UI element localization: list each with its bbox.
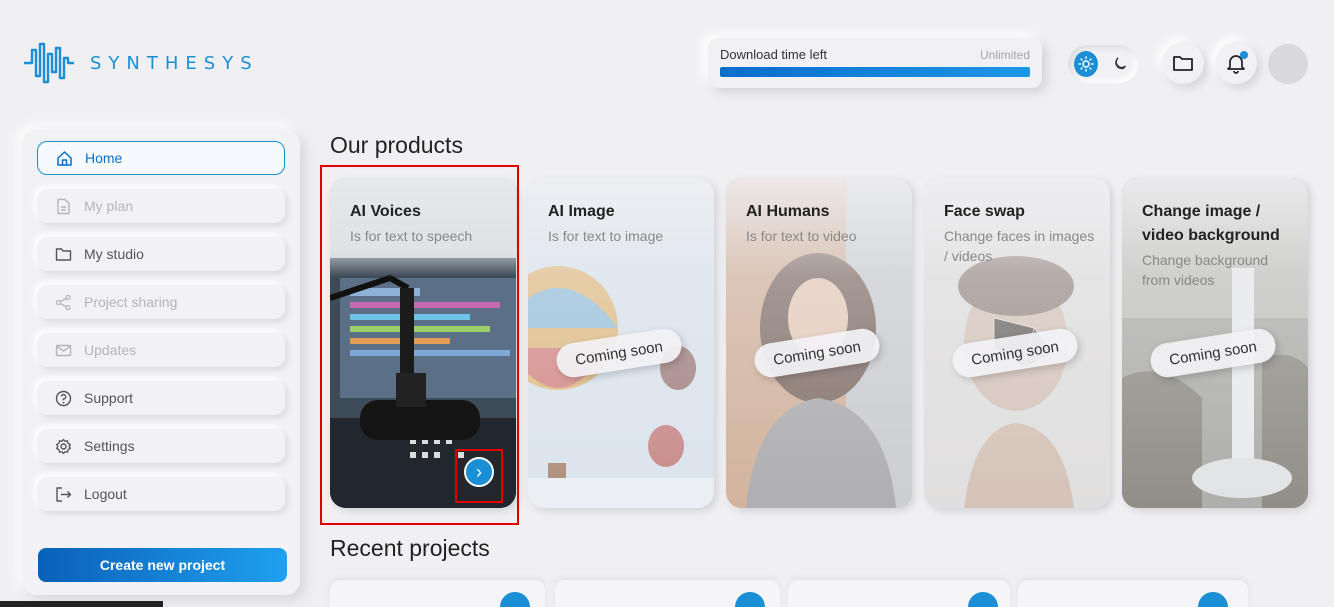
notifications-button[interactable]	[1215, 42, 1257, 84]
card-subtitle: Is for text to image	[548, 228, 664, 244]
brand-name: SYNTHESYS	[90, 52, 259, 74]
card-title: AI Humans	[746, 203, 830, 220]
recent-projects-title: Recent projects	[330, 535, 490, 561]
sidebar-item-label: Project sharing	[84, 294, 178, 310]
recent-project-card[interactable]	[788, 580, 1010, 607]
document-icon	[57, 198, 70, 214]
folder-button[interactable]	[1162, 42, 1204, 84]
sidebar-item-project-sharing[interactable]: Project sharing	[37, 285, 285, 319]
gear-icon	[56, 438, 71, 454]
sidebar-item-updates[interactable]: Updates	[37, 333, 285, 367]
download-time-label: Download time left	[720, 47, 827, 62]
project-action-icon[interactable]	[735, 592, 765, 607]
open-ai-voices-button[interactable]: ›	[464, 457, 494, 487]
sidebar: Home My plan My studio Project sharing U…	[22, 130, 300, 595]
mail-icon	[55, 344, 72, 356]
folder-icon	[55, 247, 72, 261]
download-time-panel: Download time left Unlimited	[708, 38, 1042, 88]
product-card-face-swap[interactable]: Face swap Change faces in images / video…	[924, 178, 1110, 508]
recent-project-card[interactable]	[1018, 580, 1248, 607]
card-title: Change image / video background	[1142, 203, 1280, 244]
home-icon	[57, 150, 72, 166]
product-card-ai-image[interactable]: AI Image Is for text to image Coming soo…	[528, 178, 714, 508]
help-icon	[55, 390, 72, 406]
sidebar-item-label: Logout	[84, 486, 127, 502]
taskbar-strip	[0, 601, 163, 607]
card-title: AI Voices	[350, 203, 421, 220]
sidebar-item-label: Settings	[84, 438, 135, 454]
products-title: Our products	[330, 132, 463, 158]
sidebar-item-label: My studio	[84, 246, 144, 262]
moon-icon[interactable]	[1108, 51, 1132, 77]
download-progress-bar	[720, 67, 1030, 77]
theme-toggle[interactable]	[1068, 45, 1138, 83]
create-new-project-button[interactable]: Create new project	[38, 548, 287, 582]
project-action-icon[interactable]	[968, 592, 998, 607]
product-card-change-background[interactable]: Change image / video background Change b…	[1122, 178, 1308, 508]
logout-icon	[56, 486, 72, 502]
product-card-ai-humans[interactable]: AI Humans Is for text to video Coming so…	[726, 178, 912, 508]
brand-logo[interactable]: SYNTHESYS	[22, 40, 259, 86]
notification-dot	[1240, 51, 1248, 59]
sidebar-item-label: My plan	[84, 198, 134, 214]
project-action-icon[interactable]	[1198, 592, 1228, 607]
sidebar-item-label: Support	[84, 390, 134, 406]
sidebar-item-logout[interactable]: Logout	[37, 477, 285, 511]
card-title: Face swap	[944, 203, 1025, 220]
sidebar-item-support[interactable]: Support	[37, 381, 285, 415]
download-time-value: Unlimited	[979, 48, 1030, 62]
card-subtitle: Change faces in images / videos	[944, 228, 1095, 264]
recent-project-card[interactable]	[555, 580, 780, 607]
avatar[interactable]	[1268, 44, 1308, 84]
sidebar-item-my-plan[interactable]: My plan	[37, 189, 285, 223]
download-progress-fill	[720, 67, 1030, 77]
sidebar-item-label: Home	[85, 150, 123, 166]
sidebar-item-label: Updates	[84, 342, 137, 358]
card-title: AI Image	[548, 203, 615, 220]
sidebar-item-my-studio[interactable]: My studio	[37, 237, 285, 271]
sidebar-item-settings[interactable]: Settings	[37, 429, 285, 463]
waveform-logo-icon	[24, 42, 74, 84]
product-card-ai-voices[interactable]: AI Voices Is for text to speech ›	[330, 178, 516, 508]
card-subtitle: Is for text to speech	[350, 228, 473, 244]
sidebar-item-home[interactable]: Home	[37, 141, 285, 175]
recent-project-card[interactable]	[330, 580, 545, 607]
sun-icon[interactable]	[1074, 51, 1098, 77]
card-subtitle: Change background from videos	[1142, 252, 1269, 288]
share-icon	[55, 294, 71, 310]
project-action-icon[interactable]	[500, 592, 530, 607]
folder-icon	[1173, 56, 1193, 71]
card-subtitle: Is for text to video	[746, 228, 857, 244]
